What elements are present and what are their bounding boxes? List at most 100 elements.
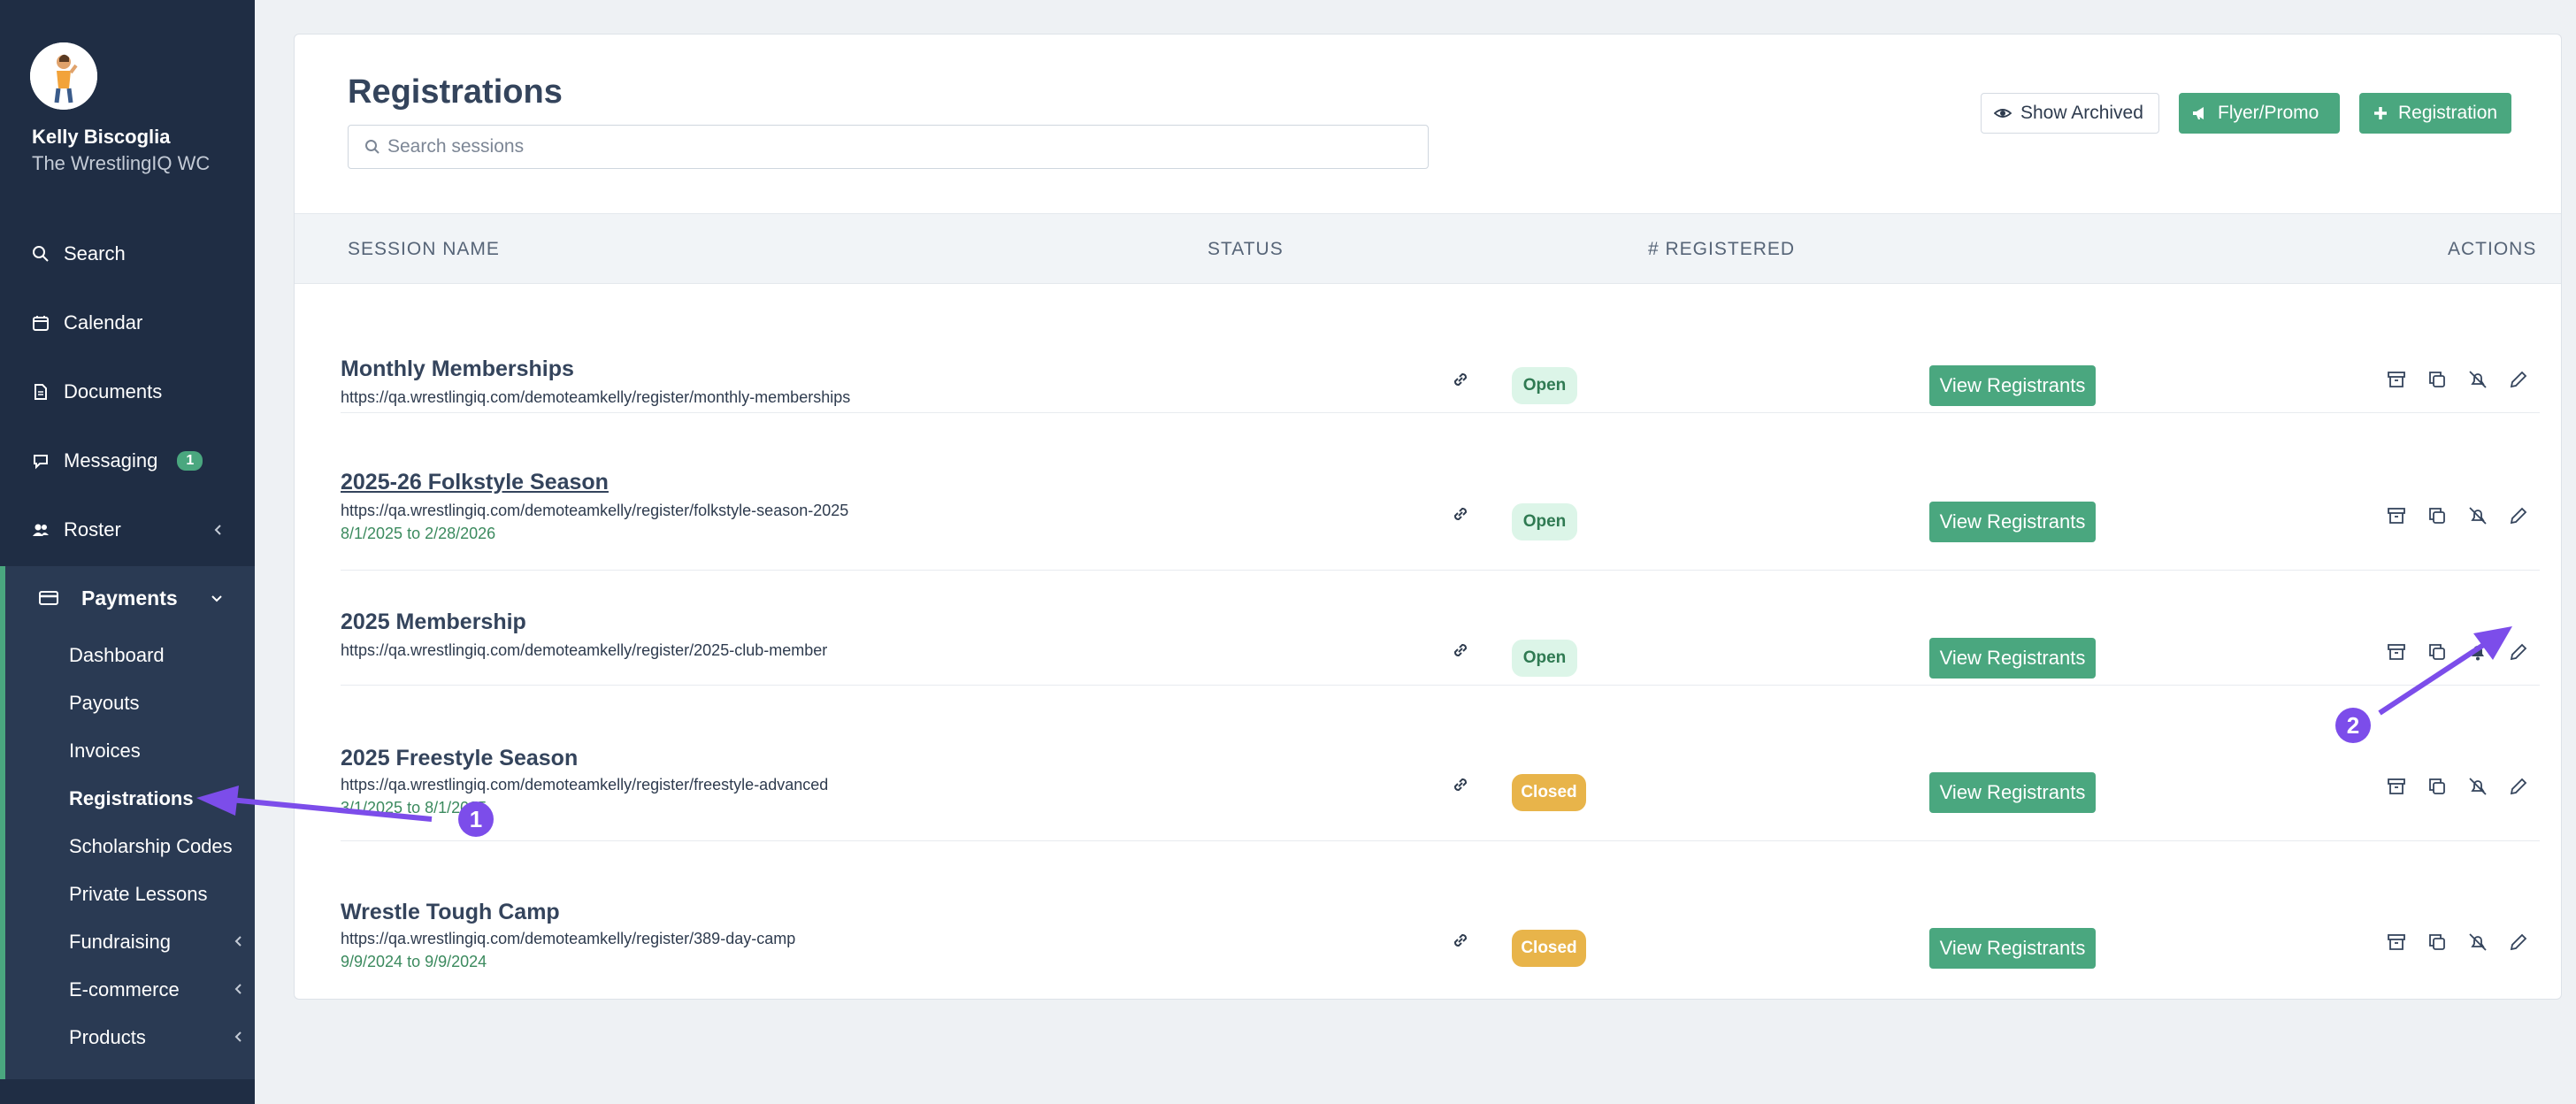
status-badge: Open: [1512, 367, 1577, 404]
nav-messaging[interactable]: Messaging 1: [0, 434, 255, 487]
status-badge: Closed: [1512, 930, 1586, 967]
bell-slash-icon[interactable]: [2467, 932, 2488, 953]
edit-icon[interactable]: [2508, 641, 2529, 663]
link-icon[interactable]: [1450, 503, 1471, 525]
chevron-left-icon: [214, 525, 221, 535]
annotation-marker-2: 2: [2335, 708, 2371, 743]
chevron-left-icon: [234, 936, 242, 947]
edit-icon[interactable]: [2508, 505, 2529, 526]
archive-icon[interactable]: [2386, 932, 2407, 953]
status-badge: Open: [1512, 503, 1577, 540]
search-input[interactable]: [387, 136, 1405, 157]
bell-icon[interactable]: [2467, 641, 2488, 663]
status-badge: Closed: [1512, 774, 1586, 811]
copy-icon[interactable]: [2426, 505, 2448, 526]
session-url: https://qa.wrestlingiq.com/demoteamkelly…: [341, 930, 796, 947]
sub-dashboard[interactable]: Dashboard: [69, 644, 165, 667]
header-registered[interactable]: # REGISTERED: [1648, 239, 1795, 260]
sub-payouts[interactable]: Payouts: [69, 692, 140, 715]
nav-roster[interactable]: Roster: [0, 503, 255, 556]
add-registration-label: Registration: [2398, 103, 2498, 123]
credit-card-icon: [39, 588, 58, 608]
document-icon: [32, 383, 50, 401]
search-icon: [32, 245, 50, 263]
org-name: The WrestlingIQ WC: [32, 152, 211, 174]
calendar-icon: [32, 314, 50, 332]
copy-icon[interactable]: [2426, 932, 2448, 953]
link-icon[interactable]: [1450, 369, 1471, 390]
sub-scholarship-codes[interactable]: Scholarship Codes: [69, 835, 233, 858]
archive-icon[interactable]: [2386, 505, 2407, 526]
view-registrants-button[interactable]: View Registrants: [1929, 772, 2096, 813]
header-session-name[interactable]: SESSION NAME: [348, 239, 500, 260]
archive-icon[interactable]: [2386, 369, 2407, 390]
copy-icon[interactable]: [2426, 776, 2448, 797]
edit-icon[interactable]: [2508, 932, 2529, 953]
bell-slash-icon[interactable]: [2467, 369, 2488, 390]
sub-products[interactable]: Products: [69, 1026, 146, 1049]
nav-calendar-label: Calendar: [64, 311, 143, 334]
messaging-badge: 1: [177, 451, 203, 471]
session-name[interactable]: Monthly Memberships: [341, 356, 574, 382]
bell-slash-icon[interactable]: [2467, 776, 2488, 797]
avatar[interactable]: [30, 42, 97, 110]
session-url: https://qa.wrestlingiq.com/demoteamkelly…: [341, 641, 828, 659]
edit-icon[interactable]: [2508, 369, 2529, 390]
flyer-promo-button[interactable]: Flyer/Promo: [2179, 93, 2340, 134]
session-url: https://qa.wrestlingiq.com/demoteamkelly…: [341, 502, 849, 519]
chevron-down-icon: [211, 595, 222, 602]
edit-icon[interactable]: [2508, 776, 2529, 797]
archive-icon[interactable]: [2386, 641, 2407, 663]
status-badge: Open: [1512, 640, 1577, 677]
show-archived-button[interactable]: Show Archived: [1981, 93, 2159, 134]
table-row: 2025-26 Folkstyle Season https://qa.wres…: [341, 413, 2540, 571]
nav-messaging-label: Messaging: [64, 449, 158, 472]
search-sessions[interactable]: [348, 125, 1429, 169]
eye-icon: [1994, 109, 2012, 118]
payments-section: Payments Dashboard Payouts Invoices Regi…: [0, 566, 255, 1079]
sub-ecommerce[interactable]: E-commerce: [69, 978, 180, 1001]
nav-calendar[interactable]: Calendar: [0, 296, 255, 349]
nav-search[interactable]: Search: [0, 227, 255, 280]
session-name[interactable]: 2025 Membership: [341, 610, 526, 635]
chat-icon: [32, 452, 50, 470]
view-registrants-button[interactable]: View Registrants: [1929, 502, 2096, 542]
nav-roster-label: Roster: [64, 518, 121, 540]
sidebar: Kelly Biscoglia The WrestlingIQ WC Searc…: [0, 0, 255, 1104]
chevron-left-icon: [234, 984, 242, 994]
session-url: https://qa.wrestlingiq.com/demoteamkelly…: [341, 388, 851, 406]
copy-icon[interactable]: [2426, 641, 2448, 663]
copy-icon[interactable]: [2426, 369, 2448, 390]
view-registrants-button[interactable]: View Registrants: [1929, 365, 2096, 406]
annotation-marker-1: 1: [458, 801, 494, 837]
link-icon[interactable]: [1450, 774, 1471, 795]
nav-payments[interactable]: Payments: [5, 566, 255, 630]
sub-registrations[interactable]: Registrations: [69, 787, 194, 810]
view-registrants-button[interactable]: View Registrants: [1929, 638, 2096, 678]
link-icon[interactable]: [1450, 930, 1471, 951]
nav-payments-label: Payments: [81, 586, 178, 610]
table-row: 2025 Freestyle Season https://qa.wrestli…: [341, 686, 2540, 841]
archive-icon[interactable]: [2386, 776, 2407, 797]
nav-documents-label: Documents: [64, 380, 163, 402]
sub-private-lessons[interactable]: Private Lessons: [69, 883, 208, 906]
session-name[interactable]: 2025 Freestyle Season: [341, 746, 578, 771]
sub-fundraising[interactable]: Fundraising: [69, 931, 171, 954]
page-title: Registrations: [348, 73, 563, 111]
view-registrants-button[interactable]: View Registrants: [1929, 928, 2096, 969]
table-row: Wrestle Tough Camp https://qa.wrestlingi…: [341, 841, 2540, 983]
table-row: 2025 Membership https://qa.wrestlingiq.c…: [341, 571, 2540, 686]
session-name[interactable]: Wrestle Tough Camp: [341, 900, 560, 925]
header-actions: ACTIONS: [2448, 239, 2537, 259]
nav-documents[interactable]: Documents: [0, 365, 255, 418]
sub-invoices[interactable]: Invoices: [69, 740, 141, 763]
table-header: SESSION NAME STATUS # REGISTERED ACTIONS: [295, 213, 2561, 284]
header-status[interactable]: STATUS: [1208, 239, 1284, 260]
bell-slash-icon[interactable]: [2467, 505, 2488, 526]
link-icon[interactable]: [1450, 640, 1471, 661]
user-name: Kelly Biscoglia: [32, 126, 171, 148]
show-archived-label: Show Archived: [2020, 103, 2143, 123]
flyer-promo-label: Flyer/Promo: [2218, 103, 2319, 123]
add-registration-button[interactable]: Registration: [2359, 93, 2511, 134]
session-name[interactable]: 2025-26 Folkstyle Season: [341, 470, 609, 495]
